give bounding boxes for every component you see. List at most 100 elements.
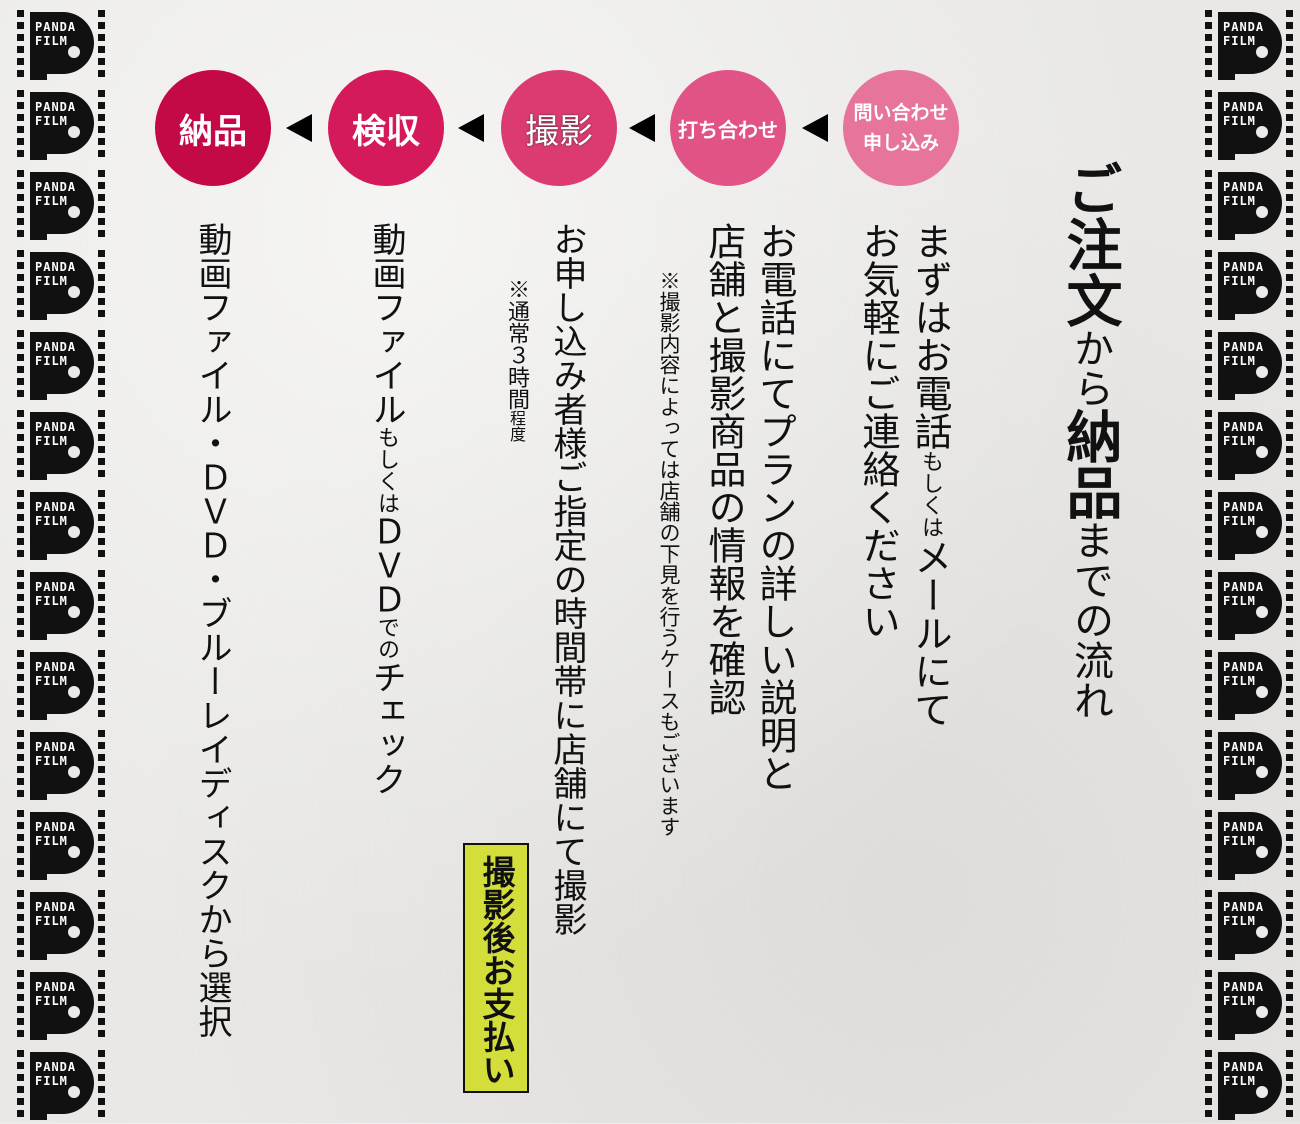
film-perforation <box>17 606 24 613</box>
film-perforation <box>1205 286 1212 293</box>
film-perforation <box>1286 606 1293 613</box>
film-perforation <box>1286 698 1293 705</box>
film-perforation <box>17 10 24 17</box>
film-perforation <box>1286 766 1293 773</box>
film-perforation <box>1286 262 1293 269</box>
panda-film-logo: PANDA FILM <box>1188 324 1300 404</box>
film-perforation <box>17 206 24 213</box>
film-perforation <box>1205 378 1212 385</box>
film-perforation <box>98 606 105 613</box>
film-perforation <box>98 630 105 637</box>
film-perforation <box>1286 70 1293 77</box>
film-perforation <box>17 46 24 53</box>
arrow-left-icon <box>458 114 484 142</box>
panda-film-logo: PANDA FILM <box>1188 884 1300 964</box>
panda-p-stem <box>30 706 47 720</box>
film-perforation <box>1205 778 1212 785</box>
film-perforation <box>1205 970 1212 977</box>
panda-film-logo: PANDA FILM <box>0 484 112 564</box>
film-perforation <box>98 970 105 977</box>
title-part-kara: から <box>1067 328 1113 408</box>
film-perforation <box>17 70 24 77</box>
film-perforation <box>1286 846 1293 853</box>
film-perforation <box>98 262 105 269</box>
film-perforation <box>1286 274 1293 281</box>
film-perforation <box>17 230 24 237</box>
film-perforation <box>1286 378 1293 385</box>
film-perforation <box>1205 810 1212 817</box>
film-perforation <box>17 650 24 657</box>
film-strip-right: PANDA FILM PANDA FILM PANDA FILM PANDA FILM… <box>1188 0 1300 1123</box>
film-perforation <box>98 550 105 557</box>
film-perforation <box>1205 674 1212 681</box>
film-perforation <box>1286 902 1293 909</box>
film-perforation <box>1205 994 1212 1001</box>
brand-text: PANDA FILM <box>1223 980 1265 1008</box>
film-perforation <box>1286 250 1293 257</box>
film-perforation <box>1205 90 1212 97</box>
brand-text: PANDA FILM <box>1223 580 1265 608</box>
brand-text: PANDA FILM <box>35 900 77 928</box>
film-perforation <box>1205 982 1212 989</box>
film-perforation <box>98 766 105 773</box>
film-perforation <box>1205 858 1212 865</box>
film-perforation <box>17 902 24 909</box>
film-perforation <box>17 1062 24 1069</box>
film-perforation <box>98 330 105 337</box>
film-perforation <box>1286 10 1293 17</box>
film-perforation <box>1205 298 1212 305</box>
step-label-inquiry-line1: 問い合わせ <box>853 102 949 124</box>
film-perforation <box>17 218 24 225</box>
film-perforation <box>1286 170 1293 177</box>
film-perforation <box>1205 170 1212 177</box>
film-perforation <box>98 582 105 589</box>
film-perforation <box>1205 618 1212 625</box>
film-perforation <box>98 274 105 281</box>
film-perforation <box>1205 914 1212 921</box>
film-perforation <box>17 790 24 797</box>
film-perforation <box>17 926 24 933</box>
panda-film-logo: PANDA FILM <box>1188 644 1300 724</box>
film-perforation <box>17 858 24 865</box>
film-perforation <box>1205 902 1212 909</box>
film-perforation <box>1286 1086 1293 1093</box>
brand-text: PANDA FILM <box>1223 1060 1265 1088</box>
film-perforation <box>1205 650 1212 657</box>
film-perforation <box>98 58 105 65</box>
film-perforation <box>1205 950 1212 957</box>
film-perforation <box>17 938 24 945</box>
film-perforation <box>17 378 24 385</box>
film-perforation <box>98 354 105 361</box>
film-perforation <box>17 1006 24 1013</box>
film-perforation <box>1286 422 1293 429</box>
film-perforation <box>98 710 105 717</box>
film-perforation <box>17 470 24 477</box>
panda-p-stem <box>1218 866 1235 880</box>
film-perforation <box>98 378 105 385</box>
film-perforation <box>1286 206 1293 213</box>
brand-text: PANDA FILM <box>35 1060 77 1088</box>
film-perforation <box>17 582 24 589</box>
brand-text: PANDA FILM <box>35 500 77 528</box>
film-perforation <box>98 538 105 545</box>
panda-film-logo: PANDA FILM <box>1188 484 1300 564</box>
film-perforation <box>17 570 24 577</box>
film-perforation <box>98 194 105 201</box>
film-perforation <box>98 1098 105 1105</box>
film-perforation <box>98 458 105 465</box>
film-perforation <box>1205 698 1212 705</box>
film-perforation <box>17 58 24 65</box>
film-perforation <box>1205 310 1212 317</box>
film-perforation <box>98 90 105 97</box>
film-perforation <box>1205 434 1212 441</box>
film-perforation <box>98 310 105 317</box>
film-perforation <box>1205 926 1212 933</box>
film-perforation <box>98 790 105 797</box>
brand-text: PANDA FILM <box>35 740 77 768</box>
film-perforation <box>17 194 24 201</box>
film-perforation <box>98 834 105 841</box>
panda-film-logo: PANDA FILM <box>0 724 112 804</box>
film-perforation <box>17 22 24 29</box>
film-perforation <box>1205 1074 1212 1081</box>
film-perforation <box>1205 22 1212 29</box>
